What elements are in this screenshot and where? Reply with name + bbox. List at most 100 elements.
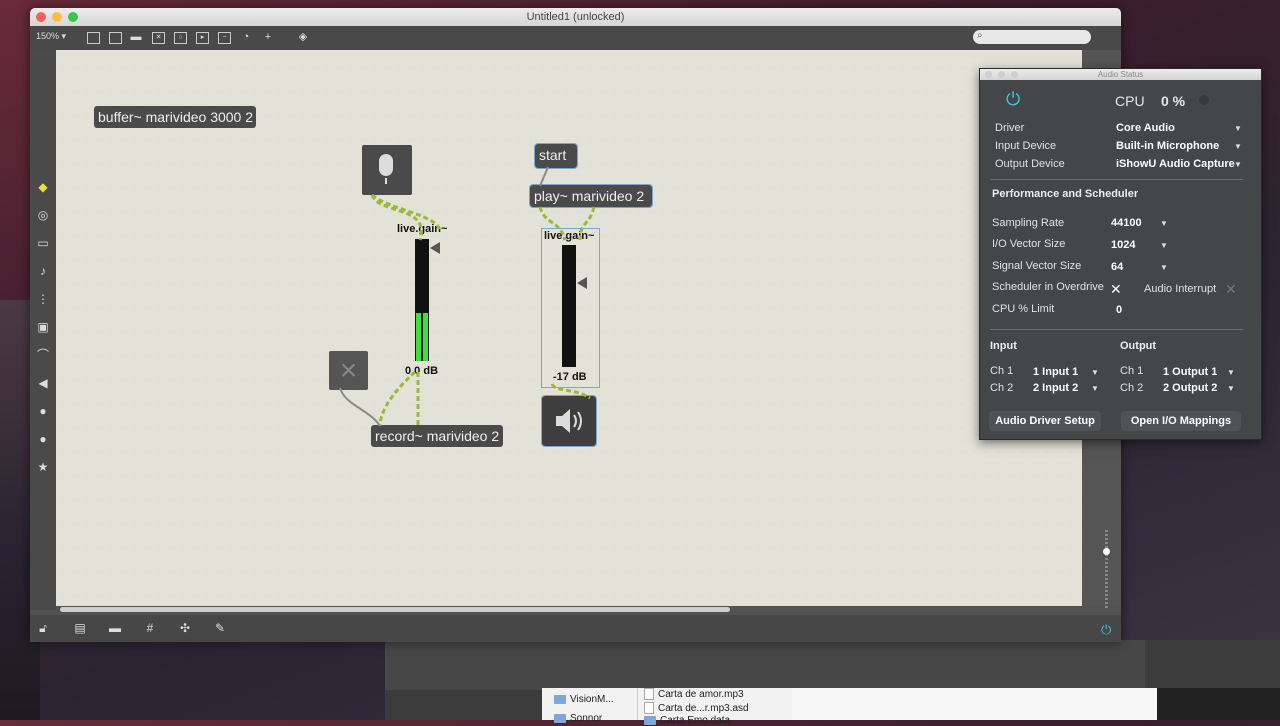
finder-folder-item[interactable]: VisionM... (554, 694, 614, 705)
chevron-down-icon[interactable]: ▼ (1227, 384, 1235, 393)
console-icon[interactable]: ▬ (108, 621, 122, 635)
play-object[interactable]: play~ marivideo 2 (529, 184, 653, 208)
minimize-button[interactable] (52, 12, 62, 22)
add-icon[interactable]: + (261, 30, 275, 44)
output-device-select[interactable]: iShowU Audio Capture (1116, 158, 1235, 170)
sampling-rate-select[interactable]: 44100 (1111, 217, 1142, 229)
record-object[interactable]: record~ marivideo 2 (371, 425, 503, 447)
chevron-down-icon[interactable]: ▼ (1091, 384, 1099, 393)
target-icon[interactable]: ◎ (36, 208, 50, 222)
chevron-down-icon[interactable]: ▼ (1160, 263, 1168, 272)
io-vector-size-select[interactable]: 1024 (1111, 239, 1135, 251)
driver-select[interactable]: Core Audio (1116, 122, 1175, 134)
audio-driver-setup-button[interactable]: Audio Driver Setup (989, 411, 1101, 431)
cube-icon[interactable]: ◆ (36, 180, 50, 194)
input-ch2-select[interactable]: 2 Input 2 (1033, 382, 1078, 394)
buffer-object[interactable]: buffer~ marivideo 3000 2 (94, 106, 256, 128)
output-ch2-select[interactable]: 2 Output 2 (1163, 382, 1217, 394)
image-icon[interactable]: ▣ (36, 320, 50, 334)
finder-folder-item[interactable]: Sonnor (554, 713, 602, 724)
snap-icon[interactable]: ✣ (178, 621, 192, 635)
note-icon[interactable]: ♪ (36, 264, 50, 278)
audio-interrupt-toggle[interactable]: ✕ (1225, 281, 1237, 298)
signal-vector-size-select[interactable]: 64 (1111, 261, 1123, 273)
close-button[interactable] (985, 71, 992, 78)
chevron-down-icon[interactable]: ▼ (1234, 160, 1242, 169)
message-icon[interactable]: ▸ (196, 32, 209, 44)
text-icon[interactable] (109, 32, 122, 44)
cpu-limit-input[interactable]: 0 (1116, 304, 1122, 316)
audio-power-icon[interactable]: ⏻ (1101, 622, 1111, 638)
adc-microphone-object[interactable] (362, 145, 412, 195)
folder-icon (644, 716, 656, 725)
file-label: Carta de amor.mp3 (658, 688, 744, 700)
performance-section-heading: Performance and Scheduler (992, 188, 1139, 200)
button-icon[interactable]: ○ (174, 32, 187, 44)
lock-icon[interactable]: 🔓︎ (36, 621, 50, 635)
output-device-label: Output Device (995, 158, 1065, 170)
input-device-select[interactable]: Built-in Microphone (1116, 140, 1219, 152)
left-sidebar: ◆ ◎ ▭ ♪ ⋮ ▣ ⌒ ◀ ● ● ★ (30, 50, 56, 610)
search-input[interactable]: ⌕ (973, 30, 1091, 44)
finder-file-item[interactable]: Carta de...r.mp3.asd (644, 702, 749, 714)
zoom-button[interactable] (1011, 71, 1018, 78)
volume-slider-track[interactable] (1105, 530, 1108, 610)
zoom-level: 150% (36, 31, 60, 41)
record-object-label: record~ marivideo 2 (375, 428, 500, 444)
chevron-down-icon[interactable]: ▼ (1227, 368, 1235, 377)
plug-icon[interactable]: ◀ (36, 376, 50, 390)
presentation-icon[interactable] (87, 32, 100, 44)
device-icon[interactable]: ▭ (36, 236, 50, 250)
input-ch1-select[interactable]: 1 Input 1 (1033, 366, 1078, 378)
dial-icon[interactable]: ◔ (239, 30, 253, 44)
bpatcher-icon[interactable]: − (218, 32, 231, 44)
dac-speaker-object[interactable] (541, 395, 597, 447)
folder-icon (554, 695, 566, 704)
power-icon[interactable]: ⏻ (1006, 89, 1026, 109)
file-label: Carta Emo data (660, 715, 731, 726)
folder-icon (554, 714, 566, 723)
speaker-icon (556, 409, 582, 433)
chevron-down-icon: ▾ (61, 31, 67, 41)
v-icon[interactable]: ● (36, 404, 50, 418)
wrench-icon[interactable]: ✎ (213, 621, 227, 635)
chevron-down-icon[interactable]: ▼ (1160, 241, 1168, 250)
comment-icon[interactable]: ▬ (129, 30, 143, 44)
g-icon[interactable]: ● (36, 432, 50, 446)
chevron-down-icon[interactable]: ▼ (1234, 142, 1242, 151)
live-gain-2-slider-handle[interactable] (577, 277, 587, 289)
live-gain-2-meter[interactable] (562, 245, 576, 367)
microphone-icon (379, 154, 393, 176)
step-icon[interactable]: ⋮ (36, 292, 50, 306)
horizontal-scrollbar[interactable] (60, 607, 730, 612)
chevron-down-icon[interactable]: ▼ (1160, 219, 1168, 228)
grid-icon[interactable]: # (143, 621, 157, 635)
chevron-down-icon[interactable]: ▼ (1091, 368, 1099, 377)
zoom-menu[interactable]: 150% ▾ (36, 31, 66, 42)
live-gain-1-slider-handle[interactable] (430, 242, 440, 254)
finder-file-item[interactable]: Carta Emo data (644, 715, 730, 726)
overdrive-toggle[interactable]: ✕ (1110, 281, 1122, 298)
audio-interrupt-label: Audio Interrupt (1144, 283, 1217, 295)
audio-status-window: Audio Status ⏻ CPU 0 % Driver Core Audio… (979, 68, 1262, 440)
chevron-down-icon[interactable]: ▼ (1234, 124, 1242, 133)
live-gain-2-db-readout: -17 dB (553, 371, 587, 383)
star-icon[interactable]: ★ (36, 460, 50, 474)
toggle-object[interactable]: × (329, 351, 368, 390)
finder-file-item[interactable]: Carta de amor.mp3 (644, 688, 744, 700)
toggle-icon[interactable]: ✕ (152, 32, 165, 44)
start-message[interactable]: start (534, 143, 578, 169)
presentation-mode-icon[interactable]: ▤ (73, 621, 87, 635)
cpu-limit-label: CPU % Limit (992, 303, 1055, 315)
close-button[interactable] (36, 12, 46, 22)
output-section-heading: Output (1120, 340, 1157, 352)
paint-icon[interactable]: ◈ (296, 30, 310, 44)
volume-slider-knob[interactable] (1103, 548, 1110, 555)
audio-status-title: Audio Status (1097, 70, 1144, 79)
minimize-button[interactable] (998, 71, 1005, 78)
close-icon: × (339, 354, 358, 387)
output-ch1-select[interactable]: 1 Output 1 (1163, 366, 1217, 378)
open-io-mappings-button[interactable]: Open I/O Mappings (1121, 411, 1241, 431)
zoom-button[interactable] (68, 12, 78, 22)
clip-icon[interactable]: ⌒ (36, 348, 50, 362)
